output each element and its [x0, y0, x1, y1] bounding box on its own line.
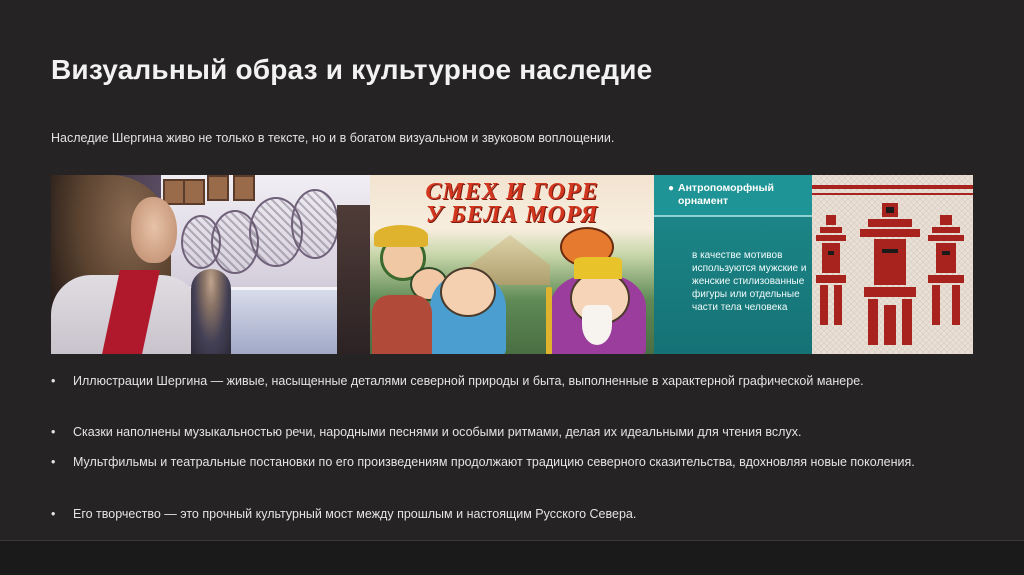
- book-cover-title: СМЕХ И ГОРЕ У БЕЛА МОРЯ: [370, 179, 654, 228]
- bullet-text: Его творчество — это прочный культурный …: [73, 507, 637, 521]
- bullet-marker: •: [51, 455, 56, 469]
- king-crown: [574, 257, 622, 279]
- bullet-text: Сказки наполнены музыкальностью речи, на…: [73, 425, 802, 439]
- bullet-text: Иллюстрации Шергина — живые, насыщенные …: [73, 374, 864, 388]
- slide-subtitle: Наследие Шергина живо не только в тексте…: [51, 131, 615, 145]
- ornament-panel: ● Антропоморфный орнамент в качестве мот…: [654, 175, 973, 354]
- man-figure: [191, 269, 231, 354]
- embroidery-pattern: [812, 175, 973, 354]
- slide-title: Визуальный образ и культурное наследие: [51, 54, 653, 85]
- character-face: [440, 267, 496, 317]
- picture-frame: [207, 175, 229, 201]
- footer-bar: [0, 540, 1024, 575]
- picture-frame: [233, 175, 255, 201]
- king-beard: [582, 305, 612, 345]
- book-cover-title-line1: СМЕХ И ГОРЕ: [425, 179, 599, 205]
- bullet-marker: •: [51, 507, 56, 521]
- book-cover: СМЕХ И ГОРЕ У БЕЛА МОРЯ: [370, 175, 654, 354]
- woman-face: [131, 197, 177, 263]
- picture-frame: [163, 179, 185, 205]
- bullet-text: Мультфильмы и театральные постановки по …: [73, 455, 915, 469]
- book-cover-title-line2: У БЕЛА МОРЯ: [425, 202, 599, 228]
- bullet-marker: •: [51, 425, 56, 439]
- doorway: [337, 205, 370, 354]
- ornament-description: в качестве мотивов используются мужские …: [692, 250, 807, 313]
- picture-frame: [183, 179, 205, 205]
- ornament-heading: Антропоморфный орнамент: [678, 182, 774, 207]
- ornament-heading-box: ● Антропоморфный орнамент: [654, 175, 812, 217]
- scepter: [546, 287, 552, 354]
- museum-photo: [51, 175, 370, 354]
- character-coat: [372, 295, 432, 354]
- ornament-caption: ● Антропоморфный орнамент в качестве мот…: [654, 175, 812, 354]
- embroidery-image: [812, 175, 973, 354]
- character-crown: [374, 225, 428, 247]
- slide: Визуальный образ и культурное наследие Н…: [0, 0, 1024, 540]
- fishing-net: [291, 189, 339, 259]
- ornament-heading-bullet: ●: [668, 183, 675, 194]
- bullet-marker: •: [51, 374, 56, 388]
- image-strip: СМЕХ И ГОРЕ У БЕЛА МОРЯ ● Антропоморфный…: [51, 175, 973, 354]
